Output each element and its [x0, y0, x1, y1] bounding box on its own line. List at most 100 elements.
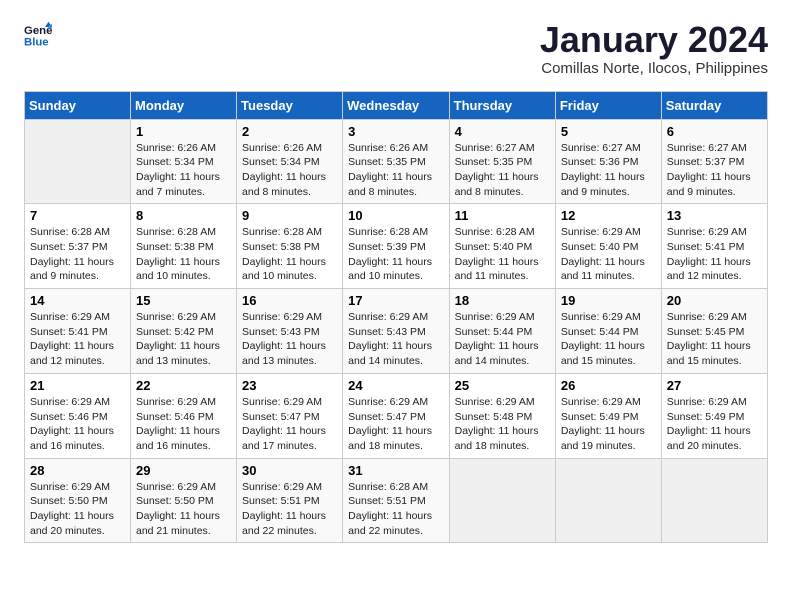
cell-info: Sunrise: 6:29 AM Sunset: 5:50 PM Dayligh… — [30, 480, 125, 539]
cell-info: Sunrise: 6:29 AM Sunset: 5:44 PM Dayligh… — [455, 310, 550, 369]
day-number: 25 — [455, 378, 550, 393]
week-row-2: 7 Sunrise: 6:28 AM Sunset: 5:37 PM Dayli… — [25, 204, 768, 289]
calendar-cell: 29 Sunrise: 6:29 AM Sunset: 5:50 PM Dayl… — [131, 458, 237, 543]
day-number: 23 — [242, 378, 337, 393]
day-number: 8 — [136, 208, 231, 223]
cell-info: Sunrise: 6:29 AM Sunset: 5:42 PM Dayligh… — [136, 310, 231, 369]
day-number: 16 — [242, 293, 337, 308]
day-number: 29 — [136, 463, 231, 478]
calendar-cell: 26 Sunrise: 6:29 AM Sunset: 5:49 PM Dayl… — [555, 373, 661, 458]
calendar-cell: 10 Sunrise: 6:28 AM Sunset: 5:39 PM Dayl… — [343, 204, 449, 289]
day-number: 4 — [455, 124, 550, 139]
calendar-cell: 3 Sunrise: 6:26 AM Sunset: 5:35 PM Dayli… — [343, 119, 449, 204]
calendar-cell: 7 Sunrise: 6:28 AM Sunset: 5:37 PM Dayli… — [25, 204, 131, 289]
day-number: 13 — [667, 208, 762, 223]
day-number: 26 — [561, 378, 656, 393]
calendar-cell: 8 Sunrise: 6:28 AM Sunset: 5:38 PM Dayli… — [131, 204, 237, 289]
header-row: SundayMondayTuesdayWednesdayThursdayFrid… — [25, 91, 768, 119]
day-number: 22 — [136, 378, 231, 393]
calendar-cell: 17 Sunrise: 6:29 AM Sunset: 5:43 PM Dayl… — [343, 289, 449, 374]
day-number: 19 — [561, 293, 656, 308]
calendar-cell: 6 Sunrise: 6:27 AM Sunset: 5:37 PM Dayli… — [661, 119, 767, 204]
calendar-cell: 21 Sunrise: 6:29 AM Sunset: 5:46 PM Dayl… — [25, 373, 131, 458]
calendar-cell: 23 Sunrise: 6:29 AM Sunset: 5:47 PM Dayl… — [237, 373, 343, 458]
day-number: 6 — [667, 124, 762, 139]
cell-info: Sunrise: 6:29 AM Sunset: 5:44 PM Dayligh… — [561, 310, 656, 369]
calendar-cell — [555, 458, 661, 543]
cell-info: Sunrise: 6:29 AM Sunset: 5:50 PM Dayligh… — [136, 480, 231, 539]
calendar-cell: 14 Sunrise: 6:29 AM Sunset: 5:41 PM Dayl… — [25, 289, 131, 374]
calendar-cell: 11 Sunrise: 6:28 AM Sunset: 5:40 PM Dayl… — [449, 204, 555, 289]
day-number: 18 — [455, 293, 550, 308]
week-row-5: 28 Sunrise: 6:29 AM Sunset: 5:50 PM Dayl… — [25, 458, 768, 543]
calendar-cell: 31 Sunrise: 6:28 AM Sunset: 5:51 PM Dayl… — [343, 458, 449, 543]
cell-info: Sunrise: 6:26 AM Sunset: 5:34 PM Dayligh… — [242, 141, 337, 200]
day-number: 20 — [667, 293, 762, 308]
calendar-cell: 18 Sunrise: 6:29 AM Sunset: 5:44 PM Dayl… — [449, 289, 555, 374]
calendar-cell: 20 Sunrise: 6:29 AM Sunset: 5:45 PM Dayl… — [661, 289, 767, 374]
calendar-cell: 13 Sunrise: 6:29 AM Sunset: 5:41 PM Dayl… — [661, 204, 767, 289]
day-number: 11 — [455, 208, 550, 223]
week-row-3: 14 Sunrise: 6:29 AM Sunset: 5:41 PM Dayl… — [25, 289, 768, 374]
logo-icon: General Blue — [24, 20, 52, 48]
cell-info: Sunrise: 6:28 AM Sunset: 5:40 PM Dayligh… — [455, 225, 550, 284]
calendar-cell: 22 Sunrise: 6:29 AM Sunset: 5:46 PM Dayl… — [131, 373, 237, 458]
day-number: 7 — [30, 208, 125, 223]
calendar-cell: 1 Sunrise: 6:26 AM Sunset: 5:34 PM Dayli… — [131, 119, 237, 204]
calendar-cell: 24 Sunrise: 6:29 AM Sunset: 5:47 PM Dayl… — [343, 373, 449, 458]
cell-info: Sunrise: 6:29 AM Sunset: 5:49 PM Dayligh… — [561, 395, 656, 454]
day-number: 5 — [561, 124, 656, 139]
calendar-title: January 2024 — [540, 20, 768, 60]
logo: General Blue — [24, 20, 52, 48]
calendar-cell — [449, 458, 555, 543]
cell-info: Sunrise: 6:29 AM Sunset: 5:45 PM Dayligh… — [667, 310, 762, 369]
day-number: 15 — [136, 293, 231, 308]
day-number: 17 — [348, 293, 443, 308]
calendar-cell: 28 Sunrise: 6:29 AM Sunset: 5:50 PM Dayl… — [25, 458, 131, 543]
cell-info: Sunrise: 6:29 AM Sunset: 5:41 PM Dayligh… — [667, 225, 762, 284]
day-number: 2 — [242, 124, 337, 139]
cell-info: Sunrise: 6:26 AM Sunset: 5:34 PM Dayligh… — [136, 141, 231, 200]
day-header-tuesday: Tuesday — [237, 91, 343, 119]
day-number: 14 — [30, 293, 125, 308]
cell-info: Sunrise: 6:28 AM Sunset: 5:51 PM Dayligh… — [348, 480, 443, 539]
cell-info: Sunrise: 6:28 AM Sunset: 5:37 PM Dayligh… — [30, 225, 125, 284]
cell-info: Sunrise: 6:27 AM Sunset: 5:37 PM Dayligh… — [667, 141, 762, 200]
day-number: 24 — [348, 378, 443, 393]
title-area: January 2024 Comillas Norte, Ilocos, Phi… — [540, 20, 768, 77]
calendar-cell: 27 Sunrise: 6:29 AM Sunset: 5:49 PM Dayl… — [661, 373, 767, 458]
day-header-sunday: Sunday — [25, 91, 131, 119]
cell-info: Sunrise: 6:29 AM Sunset: 5:47 PM Dayligh… — [348, 395, 443, 454]
cell-info: Sunrise: 6:28 AM Sunset: 5:38 PM Dayligh… — [242, 225, 337, 284]
day-number: 12 — [561, 208, 656, 223]
day-header-thursday: Thursday — [449, 91, 555, 119]
day-header-friday: Friday — [555, 91, 661, 119]
cell-info: Sunrise: 6:27 AM Sunset: 5:35 PM Dayligh… — [455, 141, 550, 200]
day-number: 31 — [348, 463, 443, 478]
cell-info: Sunrise: 6:28 AM Sunset: 5:38 PM Dayligh… — [136, 225, 231, 284]
header: General Blue January 2024 Comillas Norte… — [24, 20, 768, 77]
calendar-cell: 12 Sunrise: 6:29 AM Sunset: 5:40 PM Dayl… — [555, 204, 661, 289]
cell-info: Sunrise: 6:29 AM Sunset: 5:46 PM Dayligh… — [136, 395, 231, 454]
day-number: 27 — [667, 378, 762, 393]
calendar-table: SundayMondayTuesdayWednesdayThursdayFrid… — [24, 91, 768, 544]
cell-info: Sunrise: 6:29 AM Sunset: 5:40 PM Dayligh… — [561, 225, 656, 284]
day-number: 9 — [242, 208, 337, 223]
calendar-subtitle: Comillas Norte, Ilocos, Philippines — [540, 60, 768, 77]
day-number: 30 — [242, 463, 337, 478]
calendar-cell — [661, 458, 767, 543]
cell-info: Sunrise: 6:29 AM Sunset: 5:48 PM Dayligh… — [455, 395, 550, 454]
svg-text:Blue: Blue — [24, 36, 49, 48]
calendar-cell: 19 Sunrise: 6:29 AM Sunset: 5:44 PM Dayl… — [555, 289, 661, 374]
day-header-monday: Monday — [131, 91, 237, 119]
cell-info: Sunrise: 6:29 AM Sunset: 5:49 PM Dayligh… — [667, 395, 762, 454]
cell-info: Sunrise: 6:26 AM Sunset: 5:35 PM Dayligh… — [348, 141, 443, 200]
calendar-cell: 15 Sunrise: 6:29 AM Sunset: 5:42 PM Dayl… — [131, 289, 237, 374]
cell-info: Sunrise: 6:29 AM Sunset: 5:41 PM Dayligh… — [30, 310, 125, 369]
calendar-cell: 9 Sunrise: 6:28 AM Sunset: 5:38 PM Dayli… — [237, 204, 343, 289]
cell-info: Sunrise: 6:29 AM Sunset: 5:51 PM Dayligh… — [242, 480, 337, 539]
day-number: 10 — [348, 208, 443, 223]
calendar-cell: 2 Sunrise: 6:26 AM Sunset: 5:34 PM Dayli… — [237, 119, 343, 204]
day-number: 21 — [30, 378, 125, 393]
week-row-1: 1 Sunrise: 6:26 AM Sunset: 5:34 PM Dayli… — [25, 119, 768, 204]
